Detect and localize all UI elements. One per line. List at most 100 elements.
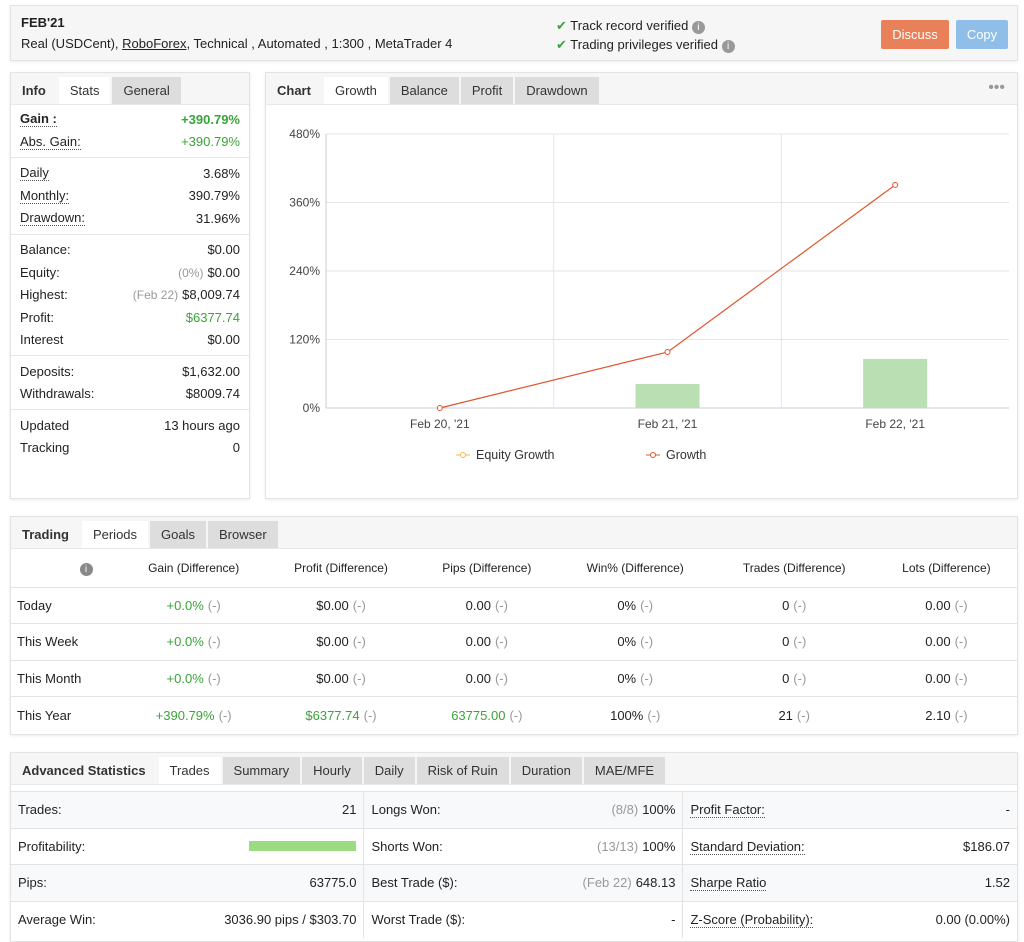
tab-growth[interactable]: Growth (323, 77, 388, 104)
period-cell: +0.0% (-) (121, 659, 267, 697)
value: 100% (642, 802, 676, 818)
stat-label: Tracking (20, 440, 70, 456)
chart-tabs: Chart Growth Balance Profit Drawdown (266, 73, 1017, 105)
stat-label: Interest (20, 332, 64, 348)
stat-label: Updated (20, 417, 70, 433)
stat-row: Gain : +390.79% (11, 108, 249, 131)
value: 0.00 (925, 670, 951, 686)
stat-label: Withdrawals: (20, 386, 95, 402)
value: 0 (782, 634, 790, 650)
stat-value: (Feb 22) 648.13 (524, 864, 683, 901)
period-cell: 0 (-) (712, 623, 876, 660)
value: $6377.74 (185, 309, 240, 325)
stat-row: Trades: 21 Longs Won: (8/8) 100% Profit Facto… (11, 791, 1017, 828)
stat-label: Best Trade ($): (363, 864, 525, 901)
stat-value: $186.07 (886, 827, 1017, 865)
stat-note: (0%) (178, 265, 204, 280)
value: 21 (778, 707, 793, 723)
y-tick-label: 480% (289, 127, 320, 141)
value: $1,632.00 (182, 363, 240, 379)
stat-label: Sharpe Ratio (682, 864, 887, 901)
broker-link[interactable]: RoboForex (122, 36, 186, 51)
difference: (-) (640, 634, 654, 650)
tab-browser[interactable]: Browser (208, 521, 278, 548)
info-icon[interactable]: i (721, 40, 735, 53)
difference: (-) (352, 634, 366, 650)
discuss-button[interactable]: Discuss (881, 20, 949, 49)
trading-privileges-verified: ✔ Trading privileges verified i (556, 35, 735, 54)
tab-stats[interactable]: Stats (58, 77, 111, 104)
tab-periods[interactable]: Periods (81, 521, 149, 548)
stat-label: Shorts Won: (363, 827, 525, 865)
info-icon[interactable]: i (691, 21, 705, 34)
x-tick-label: Feb 21, '21 (638, 417, 698, 431)
value: 0 (782, 670, 790, 686)
label: Sharpe Ratio (690, 875, 767, 892)
value: $0.00 (316, 670, 349, 686)
tab-goals[interactable]: Goals (150, 521, 206, 548)
legend-growth[interactable]: Growth (666, 448, 706, 462)
stat-label: Pips: (11, 864, 147, 901)
tab-chart: Chart (277, 83, 311, 98)
period-row: This Month +0.0% (-) $0.00 (-) 0.00 (-) 0% (-) 0(… (11, 659, 1017, 697)
stat-value: 0.00 (0.00%) (886, 900, 1017, 938)
tab-balance[interactable]: Balance (389, 77, 459, 104)
column-header: Pips (Difference) (442, 560, 532, 575)
value: +0.0% (166, 634, 204, 650)
stat-row: Drawdown: 31.96% (11, 207, 249, 230)
period-row: This Week +0.0% (-) $0.00 (-) 0.00 (-) 0% (-) 0 (-… (11, 623, 1017, 660)
stat-value: (0%) $0.00 (178, 265, 240, 280)
stat-row: Updated 13 hours ago (11, 414, 249, 437)
tab-general[interactable]: General (112, 77, 181, 104)
label: Trading privileges verified (570, 37, 718, 52)
value: 100% (610, 707, 644, 723)
stat-value: 3036.90 pips / $303.70 (146, 900, 364, 938)
tab-summary[interactable]: Summary (222, 757, 301, 784)
stat-value: 1.52 (886, 864, 1017, 901)
check-icon: ✔ (556, 37, 567, 52)
account-header: FEB'21 Real (USDCent), RoboForex, Techni… (10, 5, 1018, 61)
growth-point (436, 405, 443, 411)
column-header: Lots (Difference) (902, 560, 991, 575)
tab-daily[interactable]: Daily (363, 757, 415, 784)
label: Standard Deviation: (690, 838, 805, 855)
stat-label: Gain : (20, 111, 57, 128)
tab-trades[interactable]: Trades (158, 757, 221, 784)
stat-value: +390.79% (181, 134, 240, 149)
tab-profit[interactable]: Profit (460, 77, 514, 104)
account-details: Real (USDCent), RoboForex, Technical , A… (21, 36, 452, 51)
info-icon[interactable]: i (79, 562, 93, 576)
difference: (-) (207, 634, 221, 650)
value: +390.79% (181, 111, 240, 127)
stat-value: 13 hours ago (164, 418, 240, 433)
value: 0% (617, 670, 637, 686)
tab-drawdown[interactable]: Drawdown (515, 77, 599, 104)
period-cell: 0.00 (-) (415, 623, 558, 660)
legend-equity-growth[interactable]: Equity Growth (476, 448, 555, 462)
stat-row: Tracking 0 (11, 437, 249, 460)
period-cell: +0.0% (-) (121, 623, 267, 660)
difference: (-) (640, 597, 654, 613)
period-label: This Month (11, 659, 121, 697)
period-label: Today (11, 586, 121, 624)
difference: (-) (352, 597, 366, 613)
copy-button[interactable]: Copy (956, 20, 1008, 49)
period-cell: 0.00 (-) (415, 586, 558, 624)
difference: (-) (793, 597, 807, 613)
tab-risk-of-ruin[interactable]: Risk of Ruin (416, 757, 509, 784)
tab-duration[interactable]: Duration (510, 757, 582, 784)
tab-trading: Trading (22, 527, 69, 542)
stats-body: Gain : +390.79% Abs. Gain: +390.79% Daily 3.6… (11, 105, 249, 459)
difference: (-) (494, 597, 508, 613)
difference: (-) (793, 634, 807, 650)
value: 390.79% (188, 188, 240, 204)
more-dots-icon[interactable]: ••• (988, 79, 1005, 97)
growth-point (892, 181, 899, 188)
column-header: Win% (Difference) (586, 560, 684, 575)
tab-mae-mfe[interactable]: MAE/MFE (583, 757, 666, 784)
difference: (-) (494, 634, 508, 650)
label: Shorts Won: (371, 838, 443, 854)
stat-value: 3.68% (203, 166, 240, 181)
tab-hourly[interactable]: Hourly (302, 757, 362, 784)
account-title: FEB'21 (21, 15, 65, 30)
